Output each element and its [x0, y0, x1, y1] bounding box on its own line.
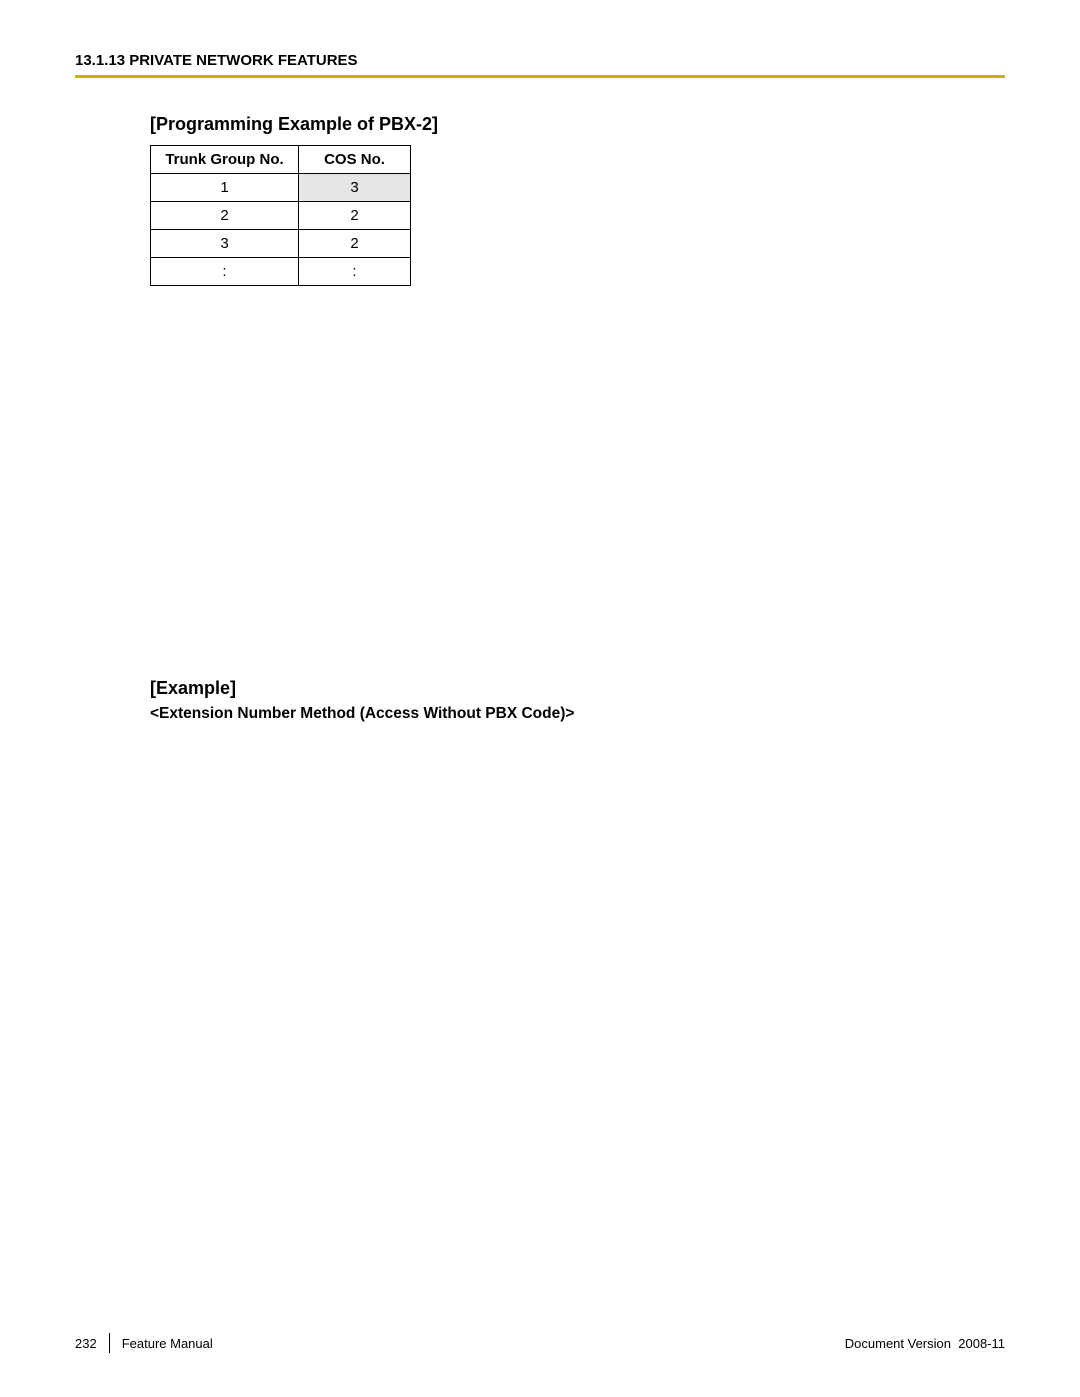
table-header-row: Trunk Group No. COS No. — [151, 146, 411, 174]
table-cell: : — [299, 258, 411, 286]
table-header-trunk: Trunk Group No. — [151, 146, 299, 174]
table-row: 1 3 — [151, 174, 411, 202]
footer-doc-version-label: Document Version — [845, 1336, 951, 1351]
example-heading: [Example] — [150, 678, 1005, 699]
footer-manual-name: Feature Manual — [122, 1336, 213, 1351]
table-row: 3 2 — [151, 230, 411, 258]
table-row: : : — [151, 258, 411, 286]
table-header-cos: COS No. — [299, 146, 411, 174]
table-cell: 2 — [151, 202, 299, 230]
header-rule — [75, 75, 1005, 78]
trunk-cos-table: Trunk Group No. COS No. 1 3 2 2 3 2 — [150, 145, 411, 286]
table-cell: 2 — [299, 230, 411, 258]
table-cell: : — [151, 258, 299, 286]
example-subtitle: <Extension Number Method (Access Without… — [150, 705, 1005, 723]
footer-doc-version-value-text: 2008-11 — [958, 1336, 1005, 1351]
footer-page-number: 232 — [75, 1336, 109, 1351]
page-footer: 232 Feature Manual Document Version 2008… — [75, 1333, 1005, 1353]
programming-example-heading: [Programming Example of PBX-2] — [150, 114, 1005, 135]
table-cell: 2 — [299, 202, 411, 230]
table-cell: 3 — [299, 174, 411, 202]
footer-divider — [109, 1333, 110, 1353]
table-cell: 1 — [151, 174, 299, 202]
table-cell: 3 — [151, 230, 299, 258]
section-header: 13.1.13 PRIVATE NETWORK FEATURES — [75, 52, 1005, 69]
table-row: 2 2 — [151, 202, 411, 230]
